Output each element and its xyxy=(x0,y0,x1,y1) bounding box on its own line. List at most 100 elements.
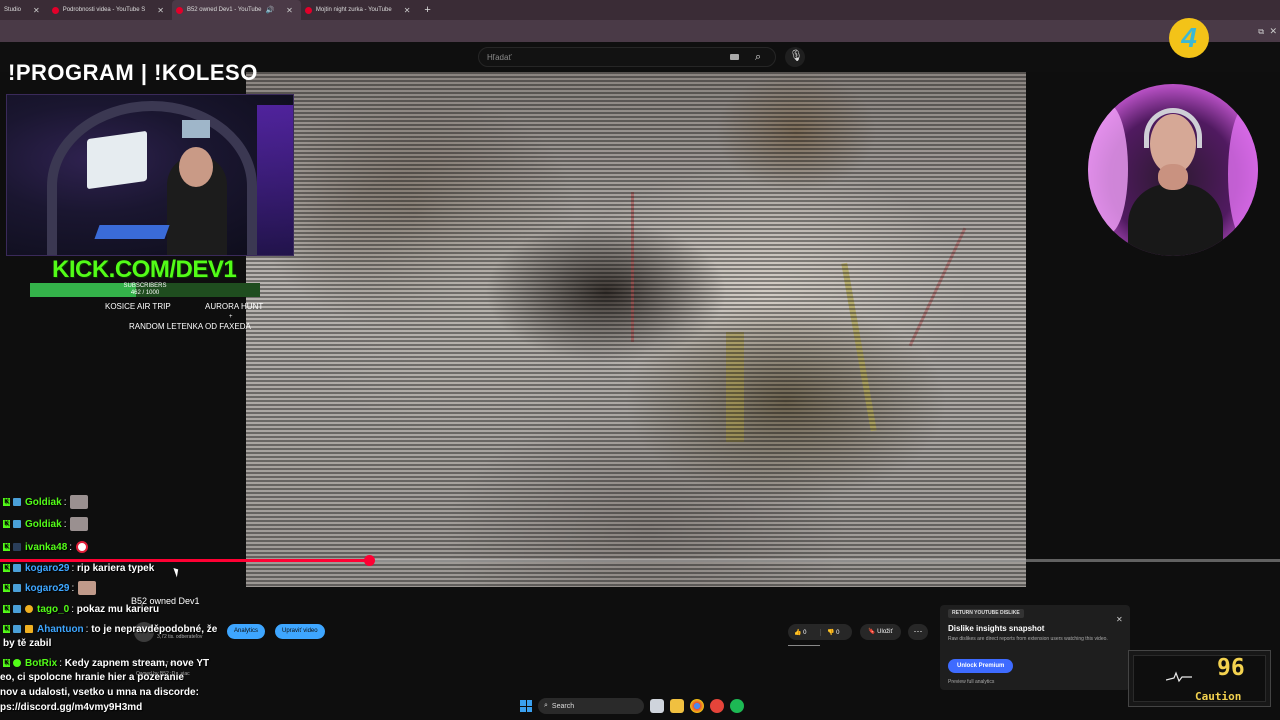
chat-username: Goldiak xyxy=(25,496,62,508)
subscriber-goal-title: SUBSCRIBERS xyxy=(123,283,167,289)
chat-message: K Ahantuon: to je nepravděpodobné, že xyxy=(3,622,217,636)
bookmark-icon: 🔖 xyxy=(868,629,876,635)
tab-title: B52 owned Dev1 - YouTube xyxy=(186,7,262,13)
kick-badge-icon: K xyxy=(3,543,10,551)
mouse-cursor-icon xyxy=(173,566,181,578)
webcam-light xyxy=(257,105,293,255)
panel-title: Dislike insights snapshot xyxy=(948,624,1045,633)
address-bar[interactable] xyxy=(0,20,1280,42)
chat-message: K kogaro29: xyxy=(3,581,97,595)
stream-commands-title: !PROGRAM | !KOLESO xyxy=(8,60,258,85)
speed-value: 96 xyxy=(1217,655,1245,681)
webcam-person-hand xyxy=(1158,164,1188,190)
like-dislike-bar: 👍 0 👎 0 xyxy=(788,624,852,640)
preview-analytics-link[interactable]: Preview full analytics xyxy=(948,679,994,685)
close-tab-icon[interactable]: ✕ xyxy=(157,6,164,15)
video-frame-detail xyxy=(841,262,877,432)
chat-separator: : xyxy=(69,541,73,553)
channel-logo: 4 xyxy=(1169,18,1209,58)
close-tab-icon[interactable]: ✕ xyxy=(33,6,40,15)
moderator-badge-icon xyxy=(13,543,21,551)
tab-mojtin-video[interactable]: Mojtin night zurka - YouTube ✕ xyxy=(301,0,419,20)
chat-text-wrap: ps://discord.gg/m4vmy9H3md xyxy=(0,702,143,713)
edit-video-button[interactable]: Upraviť video xyxy=(275,624,325,639)
chat-text: pokaz mu karieru xyxy=(76,603,160,615)
chat-message: K kogaro29: rip kariera typek xyxy=(3,561,154,575)
spotify-icon[interactable] xyxy=(730,699,744,713)
close-window-icon[interactable]: ✕ xyxy=(1269,26,1277,37)
close-tab-icon[interactable]: ✕ xyxy=(286,6,293,15)
youtube-favicon-icon xyxy=(51,6,59,14)
chat-text-wrap: by tě zabil xyxy=(3,638,52,649)
panel-description: Raw dislikes are direct reports from ext… xyxy=(948,636,1108,642)
cat-emote-icon xyxy=(70,495,89,509)
headset xyxy=(1144,108,1202,148)
audio-playing-icon[interactable]: 🔊 xyxy=(265,6,274,14)
search-icon: ⌕ xyxy=(544,702,548,709)
more-actions-button[interactable]: ⋯ xyxy=(908,624,928,640)
subscriber-badge-icon xyxy=(13,605,21,613)
goal-letenka: RANDOM LETENKA OD FAXEDA xyxy=(129,322,251,331)
like-ratio-bar xyxy=(788,645,820,646)
like-count: 0 xyxy=(803,629,807,636)
chat-username: ivanka48 xyxy=(25,541,68,553)
chat-message: K Goldiak: xyxy=(3,517,89,531)
file-explorer-icon[interactable] xyxy=(670,699,684,713)
analytics-button[interactable]: Analytics xyxy=(227,624,266,639)
webcam-person-head xyxy=(179,147,213,187)
close-icon[interactable]: ✕ xyxy=(1116,615,1123,624)
webcam-light xyxy=(1228,104,1258,244)
like-button[interactable]: 👍 0 xyxy=(788,629,820,636)
subscriber-badge-icon xyxy=(13,625,21,633)
chat-username: tago_0 xyxy=(37,603,70,615)
chat-text: rip kariera typek xyxy=(77,562,155,574)
goal-kosice: KOSICE AIR TRIP xyxy=(105,302,171,311)
youtube-favicon-icon xyxy=(304,6,312,14)
chat-message: K tago_0: pokaz mu karieru xyxy=(3,602,159,616)
kick-badge-icon: K xyxy=(3,605,10,613)
video-scrubber-handle[interactable] xyxy=(364,555,375,566)
chat-username: Ahantuon xyxy=(37,623,84,635)
webcam-person xyxy=(1128,184,1223,256)
gift-badge-icon xyxy=(25,605,33,613)
chat-text-wrap: nov a udalosti, vsetko u mna na discorde… xyxy=(0,687,199,698)
tab-studio[interactable]: Studio ✕ xyxy=(0,0,48,20)
app-icon[interactable] xyxy=(710,699,724,713)
tab-video-details[interactable]: Podrobnosti videa - YouTube S ✕ xyxy=(48,0,172,20)
round-emote-icon xyxy=(76,541,89,553)
thumbs-up-icon: 👍 xyxy=(794,629,802,636)
unlock-premium-button[interactable]: Unlock Premium xyxy=(948,659,1014,673)
cat-emote-icon xyxy=(70,517,89,531)
dislike-button[interactable]: 👎 0 xyxy=(820,628,840,636)
save-button[interactable]: 🔖 Uložiť xyxy=(860,624,901,640)
tab-b52-video[interactable]: B52 owned Dev1 - YouTube 🔊 ✕ xyxy=(171,0,301,20)
chat-separator: : xyxy=(63,518,67,530)
taskbar-search-label: Search xyxy=(551,702,575,710)
thumbs-down-icon: 👎 xyxy=(827,629,835,636)
kick-badge-icon: K xyxy=(3,564,10,572)
chat-separator: : xyxy=(71,582,75,594)
taskbar-search[interactable]: ⌕ Search xyxy=(538,698,644,714)
chat-message: K BotRix: Kedy zapnem stream, nove YT xyxy=(3,656,209,670)
microphone-icon[interactable]: 🎙 xyxy=(789,49,803,62)
kick-badge-icon: K xyxy=(3,625,10,633)
close-tab-icon[interactable]: ✕ xyxy=(404,6,411,15)
new-tab-plus-icon[interactable]: + xyxy=(418,4,436,16)
subscriber-goal-count: 462 / 1000 xyxy=(130,290,160,296)
subscriber-goal-label: SUBSCRIBERS 462 / 1000 xyxy=(30,283,260,297)
bot-badge-icon xyxy=(13,659,21,667)
search-icon[interactable]: ⌕ xyxy=(755,51,761,64)
speed-status: Caution xyxy=(1195,690,1242,703)
video-player[interactable] xyxy=(246,72,1026,587)
browser-tab-bar: Studio ✕ Podrobnosti videa - YouTube S ✕… xyxy=(0,0,1280,20)
cast-icon[interactable]: ⧉ xyxy=(1258,27,1264,37)
keyboard-icon[interactable] xyxy=(730,54,739,60)
windows-start-icon[interactable] xyxy=(520,700,532,712)
chat-message: K Goldiak: xyxy=(3,495,89,509)
kick-badge-icon: K xyxy=(3,584,10,592)
chrome-icon[interactable] xyxy=(690,699,704,713)
kick-badge-icon: K xyxy=(3,659,10,667)
chat-username: kogaro29 xyxy=(25,562,70,574)
face-emote-icon xyxy=(78,581,97,595)
task-view-icon[interactable] xyxy=(650,699,664,713)
